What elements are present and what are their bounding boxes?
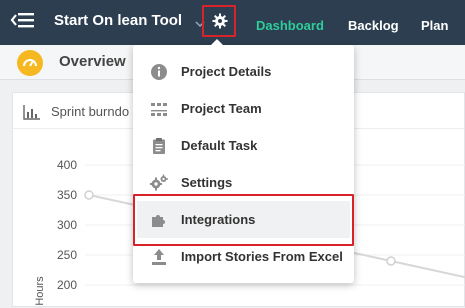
- menu-item-label: Project Team: [181, 101, 262, 116]
- info-icon: [151, 64, 167, 80]
- nav-plan[interactable]: Plan: [421, 18, 448, 33]
- y-axis-label: Hours: [34, 276, 46, 306]
- gears-icon: [150, 174, 168, 191]
- nav-backlog[interactable]: Backlog: [348, 18, 399, 33]
- data-point: [386, 256, 396, 266]
- dashboard-gauge-icon: [17, 50, 43, 76]
- menu-item-label: Project Details: [181, 64, 272, 79]
- upload-icon: [152, 249, 166, 265]
- menu-item-label: Import Stories From Excel: [181, 249, 343, 264]
- clipboard-icon: [153, 138, 165, 154]
- menu-item-project-team[interactable]: Project Team: [137, 90, 350, 127]
- menu-item-label: Default Task: [181, 138, 258, 153]
- collapse-menu-icon[interactable]: [10, 10, 38, 30]
- settings-dropdown-menu: Project Details Project Team Default Tas…: [133, 39, 354, 283]
- integrations-highlight-annotation: [133, 194, 354, 246]
- data-point: [84, 190, 94, 200]
- menu-item-project-details[interactable]: Project Details: [137, 53, 350, 90]
- y-tick-label: 250: [57, 248, 77, 262]
- y-tick-label: 200: [57, 278, 77, 292]
- settings-gear-button[interactable]: [202, 5, 236, 37]
- y-tick-label: 300: [57, 218, 77, 232]
- menu-item-label: Settings: [181, 175, 233, 190]
- gear-icon: [212, 13, 228, 29]
- y-tick-label: 400: [57, 158, 77, 172]
- page-title: Overview: [59, 53, 126, 70]
- menu-item-default-task[interactable]: Default Task: [137, 127, 350, 164]
- project-title[interactable]: Start On lean Tool: [54, 12, 182, 29]
- team-icon: [151, 103, 167, 116]
- y-tick-label: 350: [57, 188, 77, 202]
- top-navbar: Start On lean Tool Dashboard Backlog Pla…: [0, 0, 465, 45]
- nav-dashboard[interactable]: Dashboard: [256, 18, 324, 33]
